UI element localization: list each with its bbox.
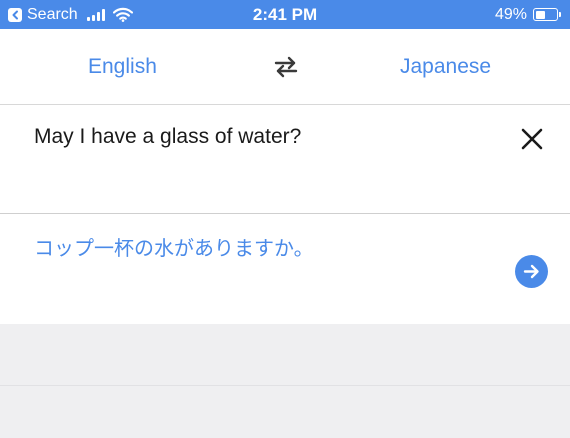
arrow-right-circle-icon[interactable] (515, 255, 548, 288)
battery-level-fill (535, 10, 546, 19)
suggestions-area (0, 324, 570, 438)
source-text[interactable]: May I have a glass of water? (34, 125, 301, 149)
status-bar: Search 2:41 PM 49% (0, 0, 570, 29)
close-icon[interactable] (516, 123, 548, 155)
translated-text: コップ一杯の水がありますか。 (34, 238, 314, 260)
battery-nub (559, 12, 561, 17)
status-time: 2:41 PM (252, 5, 318, 24)
translation-result-area: コップ一杯の水がありますか。 (0, 214, 570, 324)
divider (0, 385, 570, 386)
language-selector-bar: English Japanese (0, 29, 570, 105)
battery-icon (533, 8, 561, 21)
source-text-input-area[interactable]: May I have a glass of water? (0, 105, 570, 214)
source-language-button[interactable]: English (88, 29, 157, 104)
swap-arrows-icon[interactable] (272, 55, 300, 79)
battery-percent: 49% (494, 5, 527, 23)
target-language-button[interactable]: Japanese (400, 29, 491, 104)
status-right-group: 49% (494, 0, 561, 29)
